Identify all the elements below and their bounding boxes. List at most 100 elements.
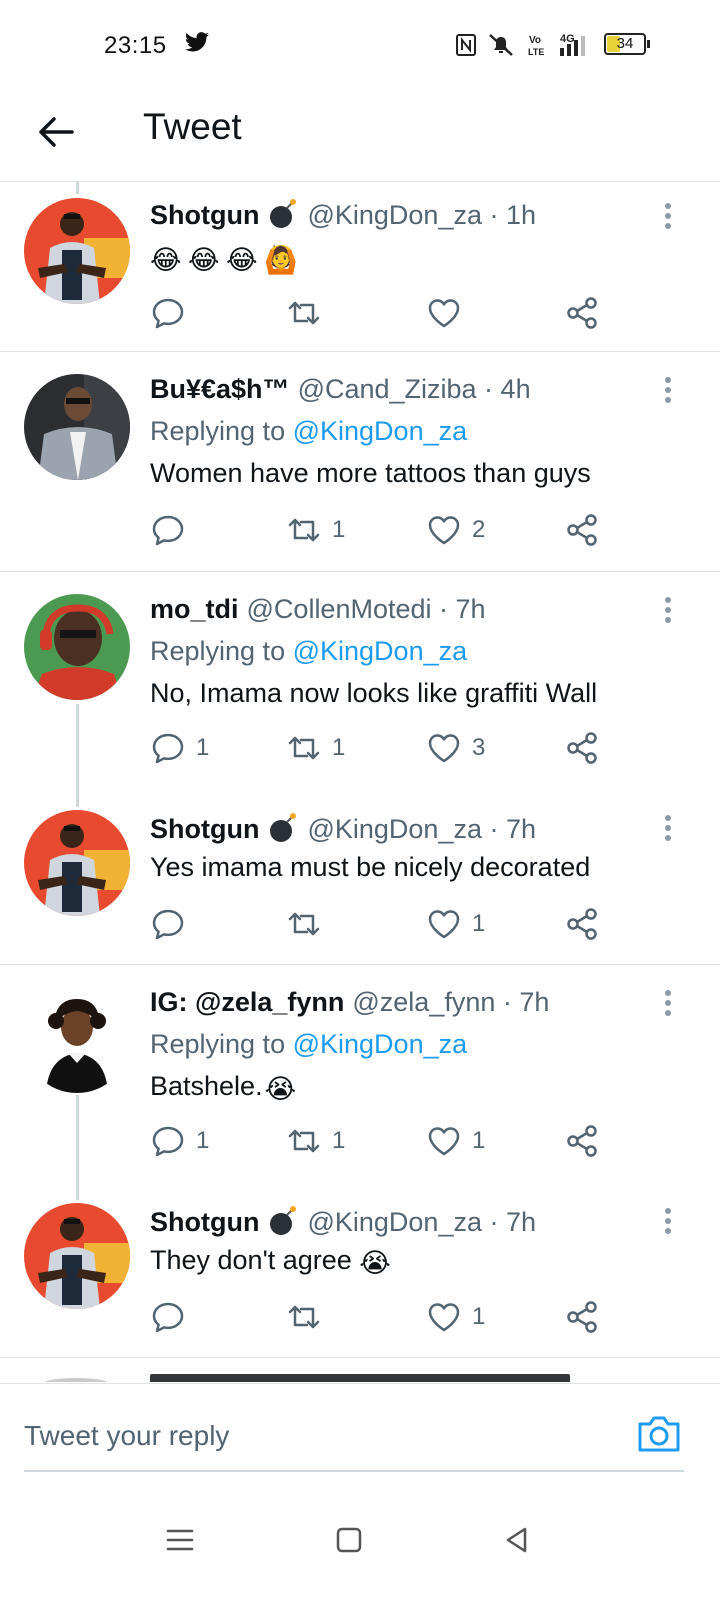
avatar[interactable]	[24, 374, 130, 480]
share-button[interactable]	[564, 510, 600, 550]
person-gesturing-ok-emoji-icon: 🙆	[264, 244, 298, 275]
share-button[interactable]	[564, 728, 600, 768]
replying-to-link[interactable]: @KingDon_za	[293, 416, 468, 446]
reply-button[interactable]	[150, 293, 196, 333]
heart-icon	[428, 910, 460, 939]
camera-icon[interactable]	[636, 1412, 682, 1454]
replying-to-link[interactable]: @KingDon_za	[293, 636, 468, 666]
replying-to: Replying to @KingDon_za	[150, 1029, 468, 1059]
back-triangle-icon[interactable]	[500, 1523, 534, 1557]
replying-to: Replying to @KingDon_za	[150, 416, 468, 446]
tweet[interactable]: Shotgun @KingDon_za · 7h They don't agre…	[0, 1183, 720, 1358]
replying-to-link[interactable]: @KingDon_za	[293, 1029, 468, 1059]
reply-input[interactable]	[24, 1414, 584, 1458]
avatar[interactable]	[24, 810, 130, 916]
tweet-text: They don't agree 😭	[150, 1245, 391, 1278]
share-button[interactable]	[564, 1121, 600, 1161]
user-handle-time: @CollenMotedi · 7h	[246, 594, 486, 624]
retweet-icon	[288, 736, 320, 760]
heart-icon	[428, 1127, 460, 1156]
retweet-button[interactable]: 1	[286, 728, 345, 768]
retweet-icon	[288, 912, 320, 936]
menu-icon[interactable]	[163, 1523, 197, 1557]
share-icon	[567, 908, 597, 940]
user-name[interactable]: Bu¥€a$h™	[150, 372, 290, 406]
user-handle-time: @KingDon_za · 7h	[307, 1207, 537, 1237]
share-icon	[567, 514, 597, 546]
user-handle-time: @KingDon_za · 1h	[307, 200, 537, 230]
share-icon	[567, 297, 597, 329]
twitter-icon	[185, 32, 209, 52]
tweet[interactable]: Bu¥€a$h™ @Cand_Ziziba · 4h Replying to @…	[0, 352, 720, 572]
avatar[interactable]	[24, 1203, 130, 1309]
like-button[interactable]: 3	[426, 728, 485, 768]
tweet-text: Batshele.😭	[150, 1071, 297, 1104]
like-count: 1	[472, 910, 486, 937]
tweet[interactable]: mo_tdi @CollenMotedi · 7h Replying to @K…	[0, 572, 720, 790]
retweet-icon	[288, 301, 320, 325]
like-count: 1	[472, 1127, 486, 1154]
more-options-icon[interactable]	[656, 372, 680, 412]
tweet-partial[interactable]	[0, 1358, 720, 1382]
retweet-count: 1	[332, 734, 346, 761]
header: Tweet	[0, 90, 720, 182]
avatar[interactable]	[24, 594, 130, 700]
reply-icon	[152, 1302, 184, 1333]
reply-icon	[152, 515, 184, 546]
reply-button[interactable]	[150, 510, 196, 550]
reply-button[interactable]: 1	[150, 1121, 209, 1161]
status-time: 23:15	[104, 32, 167, 59]
heart-icon	[428, 516, 460, 545]
home-square-icon[interactable]	[332, 1523, 366, 1557]
like-button[interactable]: 1	[426, 1297, 485, 1337]
crying-emoji-icon: 😭	[359, 1247, 391, 1278]
user-name[interactable]: mo_tdi	[150, 592, 239, 626]
like-button[interactable]: 1	[426, 1121, 485, 1161]
tweet[interactable]: IG: @zela_fynn @zela_fynn · 7h Replying …	[0, 965, 720, 1183]
more-options-icon[interactable]	[656, 985, 680, 1025]
tweet[interactable]: Shotgun @KingDon_za · 7h Yes imama must …	[0, 790, 720, 965]
avatar[interactable]	[24, 198, 130, 304]
svg-text:LTE: LTE	[528, 47, 544, 57]
user-handle-time: @zela_fynn · 7h	[352, 987, 550, 1017]
retweet-button[interactable]	[286, 1297, 332, 1337]
user-name[interactable]: Shotgun	[150, 1205, 259, 1239]
reply-feed[interactable]: Shotgun @KingDon_za · 1h 😂 😂 😂 🙆 Bu¥€a$h™ @…	[0, 182, 720, 1382]
retweet-button[interactable]: 1	[286, 1121, 345, 1161]
bomb-emoji-icon	[270, 199, 297, 228]
reply-button[interactable]	[150, 904, 196, 944]
retweet-button[interactable]	[286, 904, 332, 944]
more-options-icon[interactable]	[656, 198, 680, 238]
tweet[interactable]: Shotgun @KingDon_za · 1h 😂 😂 😂 🙆	[0, 182, 720, 352]
user-name[interactable]: IG: @zela_fynn	[150, 985, 344, 1019]
tweet-text: No, Imama now looks like graffiti Wall	[150, 678, 598, 708]
like-button[interactable]: 2	[426, 510, 485, 550]
like-count: 1	[472, 1303, 486, 1330]
tweet-header: mo_tdi @CollenMotedi · 7h	[150, 592, 680, 626]
tweet-text: Yes imama must be nicely decorated	[150, 852, 591, 882]
user-name[interactable]: Shotgun	[150, 198, 259, 232]
user-name[interactable]: Shotgun	[150, 812, 259, 846]
reply-count: 1	[196, 1127, 210, 1154]
retweet-icon	[288, 1129, 320, 1153]
reply-button[interactable]	[150, 1297, 196, 1337]
like-button[interactable]: 1	[426, 904, 485, 944]
share-button[interactable]	[564, 1297, 600, 1337]
like-button[interactable]	[426, 293, 472, 333]
tears-of-joy-emoji-icon: 😂	[150, 244, 182, 275]
more-options-icon[interactable]	[656, 1203, 680, 1243]
retweet-count: 1	[332, 1127, 346, 1154]
retweet-button[interactable]: 1	[286, 510, 345, 550]
retweet-button[interactable]	[286, 293, 332, 333]
back-arrow-icon[interactable]	[36, 112, 76, 152]
retweet-count: 1	[332, 516, 346, 543]
avatar[interactable]	[24, 987, 130, 1093]
more-options-icon[interactable]	[656, 592, 680, 632]
share-button[interactable]	[564, 904, 600, 944]
more-options-icon[interactable]	[656, 810, 680, 850]
share-button[interactable]	[564, 293, 600, 333]
share-icon	[567, 732, 597, 764]
like-count: 3	[472, 734, 486, 761]
reply-button[interactable]: 1	[150, 728, 209, 768]
heart-icon	[428, 299, 460, 328]
